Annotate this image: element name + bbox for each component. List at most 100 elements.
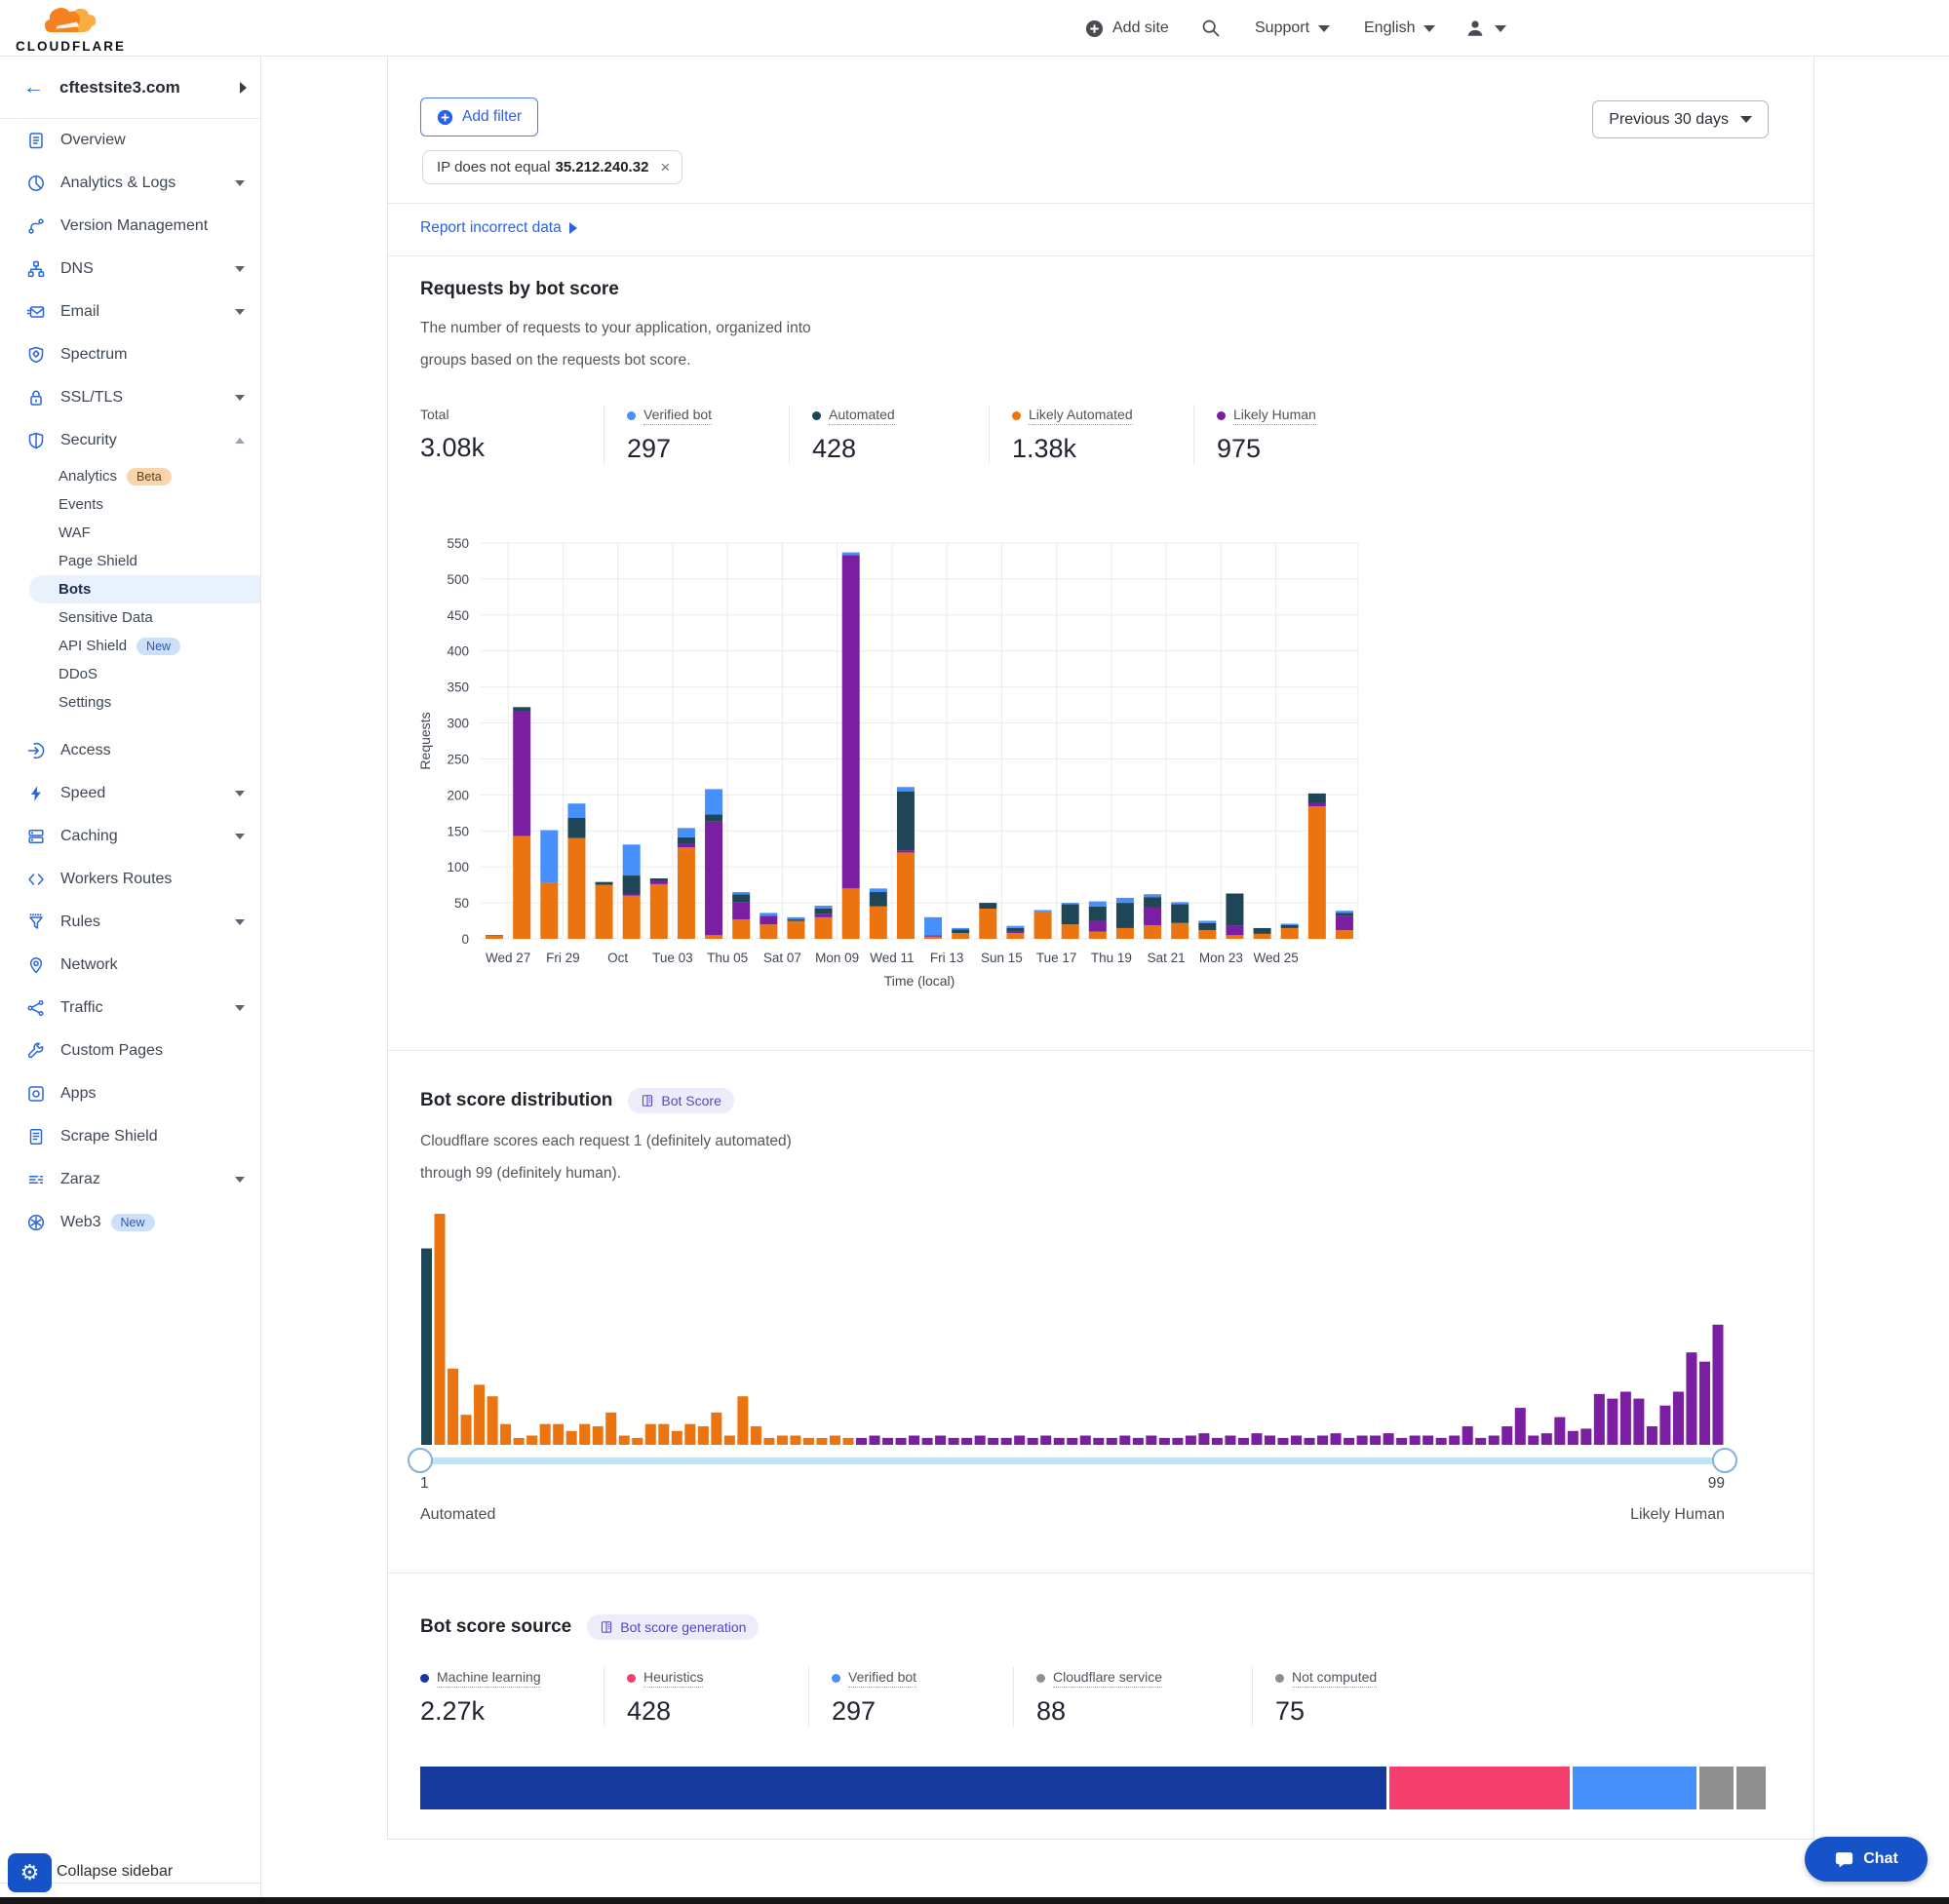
score-bar-58 (1172, 1438, 1183, 1445)
chat-button[interactable]: Chat (1805, 1837, 1928, 1882)
sidebar-item-analytics[interactable]: AnalyticsBeta (0, 462, 260, 490)
score-slider-handle-max[interactable] (1712, 1448, 1737, 1473)
sidebar-item-events[interactable]: Events (0, 490, 260, 519)
sidebar-item-ssl-tls[interactable]: SSL/TLS (0, 376, 260, 419)
sidebar-item-settings[interactable]: Settings (0, 688, 260, 717)
bot-score-generation-badge[interactable]: Bot score generation (587, 1614, 759, 1640)
requests-by-bot-score-chart: 050100150200250300350400450500550Wed 27F… (410, 526, 1376, 990)
sidebar-item-custom-pages[interactable]: Custom Pages (0, 1030, 260, 1072)
sidebar-item-version-management[interactable]: Version Management (0, 205, 260, 248)
account-menu[interactable] (1464, 0, 1506, 57)
stat-label[interactable]: Verified bot (643, 407, 712, 425)
sidebar-item-rules[interactable]: Rules (0, 901, 260, 944)
svg-text:200: 200 (447, 788, 469, 802)
legend-dot (1275, 1674, 1284, 1683)
settings-gear-button[interactable]: ⚙ (8, 1853, 52, 1892)
score-slider-track[interactable] (420, 1457, 1725, 1464)
bar-segment-likely-automated (842, 888, 860, 939)
date-range-dropdown[interactable]: Previous 30 days (1592, 100, 1769, 138)
sidebar-item-network[interactable]: Network (0, 944, 260, 987)
support-menu[interactable]: Support (1255, 0, 1330, 57)
score-slider-handle-min[interactable] (408, 1448, 433, 1473)
stat-label[interactable]: Machine learning (437, 1669, 541, 1688)
score-bar-88 (1568, 1431, 1579, 1445)
score-bar-47 (1028, 1438, 1038, 1445)
bar-segment-verified-bot (870, 888, 887, 892)
sidebar-item-web3[interactable]: Web3New (0, 1201, 260, 1244)
sidebar-item-label: Bots (58, 581, 91, 598)
sidebar-item-traffic[interactable]: Traffic (0, 987, 260, 1030)
bar-segment-likely-automated (732, 919, 750, 939)
legend-dot (627, 411, 636, 420)
stat-value: 975 (1217, 434, 1408, 464)
traffic-icon (26, 998, 46, 1018)
sidebar-item-speed[interactable]: Speed (0, 772, 260, 815)
cloudflare-logo[interactable]: CLOUDFLARE (16, 4, 125, 54)
bot-score-badge[interactable]: Bot Score (628, 1088, 733, 1113)
score-bar-34 (856, 1438, 867, 1445)
section-divider (388, 1573, 1813, 1574)
sidebar-item-access[interactable]: Access (0, 729, 260, 772)
bar-segment-likely-automated (760, 924, 777, 939)
sidebar-item-waf[interactable]: WAF (0, 519, 260, 547)
bar-segment-automated (623, 875, 641, 893)
bar-segment-likely-human (1336, 915, 1353, 930)
report-incorrect-data-link[interactable]: Report incorrect data (420, 219, 577, 237)
sidebar-item-dns[interactable]: DNS (0, 248, 260, 291)
close-icon[interactable]: × (660, 158, 670, 177)
score-bar-51 (1080, 1436, 1091, 1445)
stat-label[interactable]: Not computed (1292, 1669, 1377, 1688)
stat-label[interactable]: Heuristics (643, 1669, 703, 1688)
sidebar-item-overview[interactable]: Overview (0, 119, 260, 162)
sidebar-item-ddos[interactable]: DDoS (0, 660, 260, 688)
score-bar-75 (1396, 1438, 1407, 1445)
sidebar-item-analytics-logs[interactable]: Analytics & Logs (0, 162, 260, 205)
score-bar-23 (711, 1413, 721, 1445)
version-icon (26, 216, 46, 236)
score-bar-83 (1501, 1426, 1512, 1445)
stat-automated: Automated428 (789, 405, 989, 464)
score-bar-92 (1620, 1391, 1631, 1445)
sidebar-item-page-shield[interactable]: Page Shield (0, 547, 260, 575)
chevron-down-icon (235, 1005, 245, 1011)
sidebar-item-bots[interactable]: Bots (29, 575, 260, 603)
sidebar-item-apps[interactable]: Apps (0, 1072, 260, 1115)
score-bar-93 (1633, 1399, 1644, 1445)
stat-label[interactable]: Verified bot (848, 1669, 916, 1688)
sidebar-item-caching[interactable]: Caching (0, 815, 260, 858)
language-menu[interactable]: English (1364, 0, 1435, 57)
legend-dot (627, 1674, 636, 1683)
chevron-down-icon (235, 180, 245, 186)
add-site-button[interactable]: Add site (1085, 0, 1169, 57)
sidebar-item-email[interactable]: Email (0, 291, 260, 333)
chevron-right-icon[interactable] (240, 82, 247, 94)
score-bar-77 (1423, 1436, 1433, 1445)
sidebar-item-zaraz[interactable]: Zaraz (0, 1158, 260, 1201)
sidebar-item-security[interactable]: Security (0, 419, 260, 462)
bar-segment-likely-automated (678, 847, 695, 939)
back-arrow-icon[interactable]: ← (23, 76, 44, 99)
stat-value: 75 (1275, 1696, 1476, 1727)
filter-chip-ip[interactable]: IP does not equal 35.212.240.32 × (422, 150, 682, 184)
sidebar-item-workers-routes[interactable]: Workers Routes (0, 858, 260, 901)
bar-segment-likely-automated (1116, 928, 1134, 939)
score-bar-9 (526, 1436, 537, 1445)
svg-text:350: 350 (447, 680, 469, 695)
sidebar-item-scrape-shield[interactable]: Scrape Shield (0, 1115, 260, 1158)
stat-label[interactable]: Likely Automated (1029, 407, 1133, 425)
sidebar-item-spectrum[interactable]: Spectrum (0, 333, 260, 376)
sidebar-item-sensitive-data[interactable]: Sensitive Data (0, 603, 260, 632)
doc-icon (600, 1620, 613, 1634)
sidebar-item-api-shield[interactable]: API ShieldNew (0, 632, 260, 660)
search-button[interactable] (1201, 0, 1221, 57)
bar-segment-automated (513, 707, 530, 711)
collapse-sidebar-button[interactable]: Collapse sidebar (57, 1863, 173, 1881)
add-filter-button[interactable]: Add filter (420, 97, 538, 136)
stat-label[interactable]: Cloudflare service (1053, 1669, 1162, 1688)
stat-label[interactable]: Likely Human (1233, 407, 1316, 425)
chevron-down-icon (235, 309, 245, 315)
source-segment-not-computed (1736, 1767, 1766, 1809)
bar-segment-likely-automated (596, 885, 613, 939)
stat-label[interactable]: Automated (829, 407, 895, 425)
score-bar-78 (1436, 1438, 1447, 1445)
